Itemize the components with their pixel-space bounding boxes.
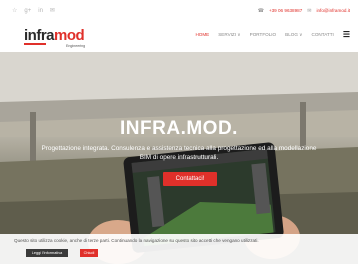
nav-item-home[interactable]: HOME (195, 31, 209, 39)
linkedin-icon[interactable]: in (38, 7, 43, 15)
contact-info: ☎ +39 06 9638987 ✉ info@inframod.it (258, 7, 350, 15)
email-link[interactable]: info@inframod.it (316, 7, 350, 15)
nav-item-blog[interactable]: BLOG ∨ (285, 31, 302, 39)
site-logo[interactable]: inframod Engineering (24, 28, 94, 50)
google-plus-icon[interactable]: g+ (24, 7, 31, 15)
main-navbar: inframod Engineering HOME SERVIZI ∨ PORT… (0, 22, 358, 52)
nav-item-contatti[interactable]: CONTATTI (312, 31, 334, 39)
logo-underline (24, 43, 46, 45)
hero-title: INFRA.MOD. (120, 118, 238, 139)
cookie-banner: Questo sito utilizza cookie, anche di te… (0, 234, 358, 264)
nav-item-servizi[interactable]: SERVIZI ∨ (218, 31, 240, 39)
contact-cta-button[interactable]: Contattaci! (163, 172, 217, 186)
logo-text-mod: mod (54, 27, 85, 44)
email-share-icon[interactable]: ✉ (50, 7, 55, 15)
hero-subtitle: Progettazione integrata. Consulenza e as… (41, 145, 317, 161)
top-bar: ☆ g+ in ✉ ☎ +39 06 9638987 ✉ info@infram… (0, 0, 358, 22)
hamburger-menu-icon[interactable]: ☰ (343, 31, 350, 39)
social-links: ☆ g+ in ✉ (12, 7, 55, 15)
main-menu: HOME SERVIZI ∨ PORTFOLIO BLOG ∨ CONTATTI… (195, 31, 350, 39)
logo-subtitle: Engineering (66, 44, 86, 48)
phone-link[interactable]: +39 06 9638987 (269, 7, 302, 15)
logo-text-infra: infra (24, 27, 55, 44)
twitter-icon[interactable]: ☆ (12, 7, 17, 15)
mail-icon: ✉ (307, 8, 312, 14)
hero-section: INFRA.MOD. Progettazione integrata. Cons… (0, 52, 358, 264)
phone-icon: ☎ (257, 8, 264, 14)
read-policy-button[interactable]: Leggi l'informativa (26, 249, 68, 257)
nav-item-portfolio[interactable]: PORTFOLIO (250, 31, 276, 39)
cookie-notice-text: Questo sito utilizza cookie, anche di te… (14, 238, 259, 243)
close-cookie-button[interactable]: Chiudi (80, 249, 98, 257)
